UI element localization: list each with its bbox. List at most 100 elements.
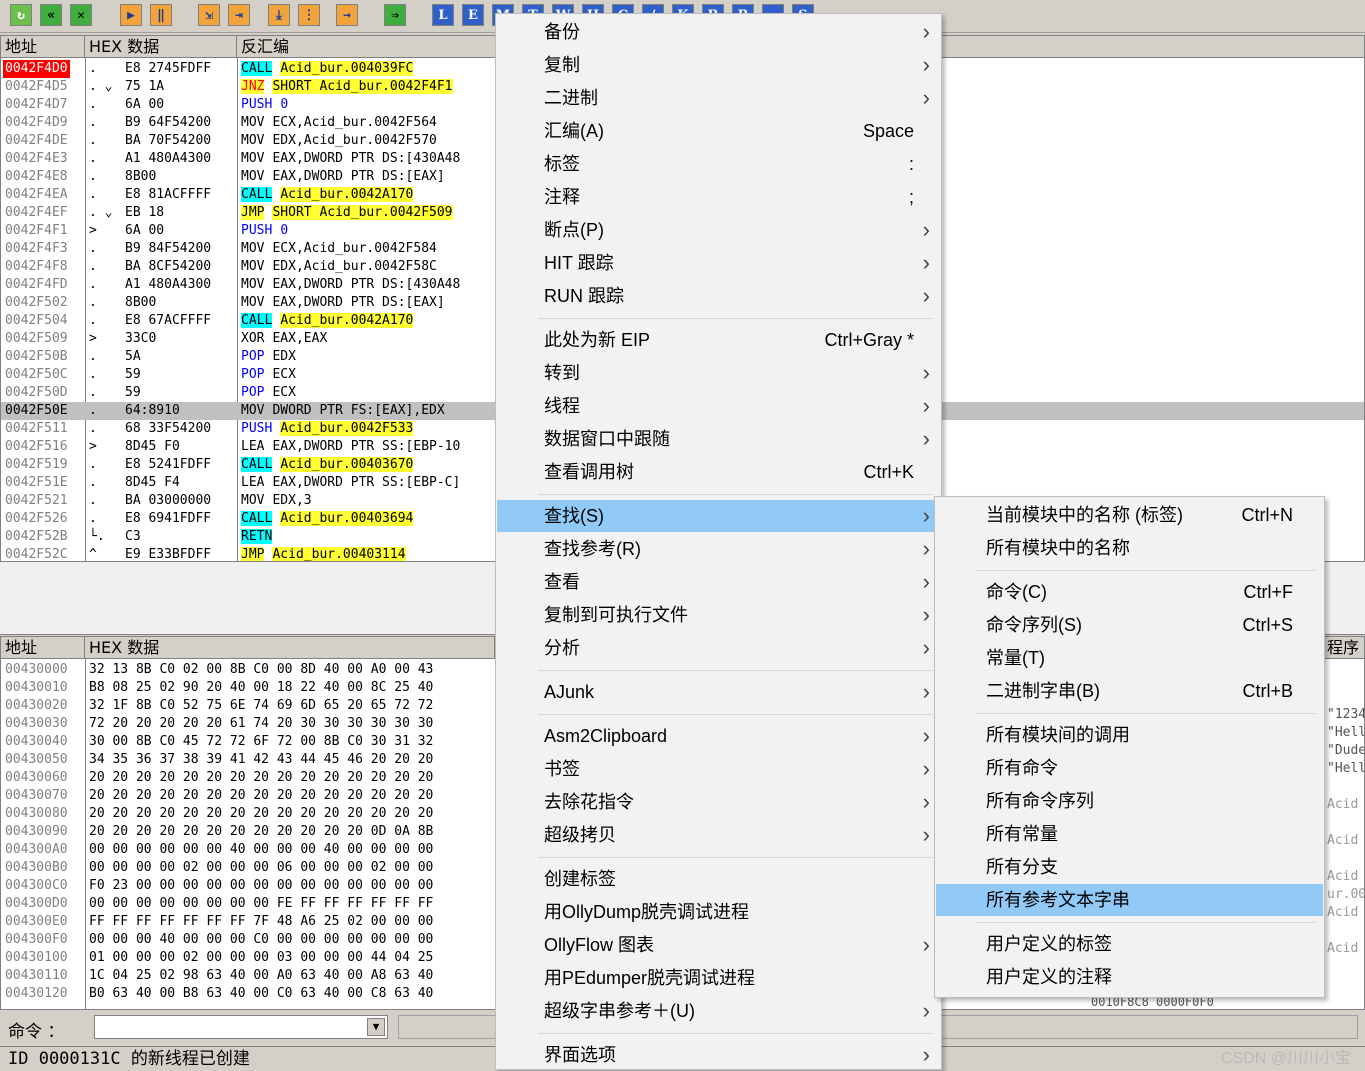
operands: EAX,DWORD PTR SS:[EBP-10 [272, 439, 461, 454]
dump-row[interactable]: 00430000 32 13 8B C0 02 00 8B C0 00 8D 40… [1, 661, 501, 679]
context-menu-item[interactable]: 此处为新 EIP Ctrl+Gray * [497, 324, 940, 356]
toolbar-window-button[interactable]: E [462, 4, 484, 26]
context-menu-item[interactable]: 用OllyDump脱壳调试进程 [497, 896, 940, 928]
find-submenu-item[interactable]: 所有命令序列 [936, 785, 1323, 817]
context-menu-item[interactable]: 二进制 › [497, 82, 940, 114]
context-menu-item[interactable]: 超级拷贝 › [497, 819, 940, 851]
context-menu-item[interactable]: 注释; [497, 181, 940, 213]
find-submenu-item[interactable]: 命令序列(S) Ctrl+S [936, 609, 1323, 641]
dump-bytes: 20 20 20 20 20 20 20 20 20 20 20 20 20 2… [89, 788, 434, 803]
find-submenu-item[interactable]: 二进制字串(B) Ctrl+B [936, 675, 1323, 707]
dump-row[interactable]: 00430080 20 20 20 20 20 20 20 20 20 20 20… [1, 805, 501, 823]
context-menu-item[interactable]: 界面选项 › [497, 1039, 940, 1071]
restart-icon[interactable]: « [40, 4, 62, 26]
find-submenu-item[interactable]: 所有模块中的名称 [936, 532, 1323, 564]
trace-over-icon[interactable]: ⋮ [298, 4, 320, 26]
close-icon[interactable]: ✕ [70, 4, 92, 26]
dump-row[interactable]: 00430070 20 20 20 20 20 20 20 20 20 20 20… [1, 787, 501, 805]
context-menu-item[interactable]: AJunk › [497, 676, 940, 708]
jump-arrow: . ⌄ [89, 79, 113, 94]
step-into-icon[interactable]: ⇲ [198, 4, 220, 26]
menu-item-label: 查看调用树 [544, 462, 634, 482]
column-header-address[interactable]: 地址 [1, 36, 85, 58]
dump-row[interactable]: 00430050 34 35 36 37 38 39 41 42 43 44 45… [1, 751, 501, 769]
dump-address: 004300C0 [5, 878, 68, 893]
menu-item-label: 查找(S) [544, 506, 604, 526]
context-menu-item[interactable]: 转到 › [497, 357, 940, 389]
context-menu-item[interactable]: 超级字串参考＋(U) › [497, 995, 940, 1027]
dump-row[interactable]: 00430110 1C 04 25 02 98 63 40 00 A0 63 40… [1, 967, 501, 985]
dump-row[interactable]: 00430040 30 00 8B C0 45 72 72 6F 72 00 8B… [1, 733, 501, 751]
dump-row[interactable]: 004300E0 FF FF FF FF FF FF FF 7F 48 A6 25… [1, 913, 501, 931]
step-over-icon[interactable]: ⇥ [228, 4, 250, 26]
mnemonic: MOV [241, 151, 265, 166]
context-menu-item[interactable]: 复制到可执行文件 › [497, 599, 940, 631]
context-menu-item[interactable]: 数据窗口中跟随 › [497, 423, 940, 455]
jump-arrow: > [89, 331, 97, 346]
context-menu-item[interactable]: RUN 跟踪 › [497, 280, 940, 312]
find-submenu-item[interactable]: 当前模块中的名称 (标签) Ctrl+N [936, 499, 1323, 531]
context-menu-item[interactable]: 线程 › [497, 390, 940, 422]
open-icon[interactable]: ↻ [10, 4, 32, 26]
find-submenu-item[interactable]: 用户定义的标签 [936, 928, 1323, 960]
toolbar-window-button[interactable]: L [432, 4, 454, 26]
context-menu-item[interactable]: 书签 › [497, 753, 940, 785]
find-submenu-item[interactable]: 所有参考文本字串 [936, 884, 1323, 916]
stack-comment: Acid [1327, 797, 1359, 812]
chevron-right-icon: › [922, 569, 930, 594]
dump-row[interactable]: 00430060 20 20 20 20 20 20 20 20 20 20 20… [1, 769, 501, 787]
context-menu-item[interactable]: 复制 › [497, 49, 940, 81]
find-submenu-item[interactable]: 所有命令 [936, 752, 1323, 784]
context-menu-item[interactable]: 分析 › [497, 632, 940, 664]
find-submenu-item[interactable]: 常量(T) [936, 642, 1323, 674]
find-submenu-item[interactable]: 所有分支 [936, 851, 1323, 883]
dump-address: 004300A0 [5, 842, 68, 857]
menu-item-label: 所有参考文本字串 [986, 890, 1130, 910]
context-menu-item[interactable]: 汇编(A) Space [497, 115, 940, 147]
find-submenu-item[interactable]: 所有常量 [936, 818, 1323, 850]
find-submenu-item[interactable]: 命令(C) Ctrl+F [936, 576, 1323, 608]
context-menu-item[interactable]: 查看 › [497, 566, 940, 598]
context-menu-item[interactable]: Asm2Clipboard › [497, 720, 940, 752]
context-menu-item[interactable]: 用PEdumper脱壳调试进程 [497, 962, 940, 994]
dump-row[interactable]: 004300F0 00 00 00 40 00 00 00 C0 00 00 00… [1, 931, 501, 949]
execute-till-return-icon[interactable]: → [336, 4, 358, 26]
command-input[interactable]: ▼ [94, 1015, 388, 1039]
context-menu-item[interactable]: 创建标签 [497, 863, 940, 895]
disassembly: JMP SHORT Acid_bur.0042F509 [241, 204, 453, 222]
dump-row[interactable]: 004300A0 00 00 00 00 00 00 40 00 00 00 40… [1, 841, 501, 859]
dump-row[interactable]: 004300B0 00 00 00 00 02 00 00 00 06 00 00… [1, 859, 501, 877]
context-menu-item[interactable]: 查找参考(R) › [497, 533, 940, 565]
dump-row[interactable]: 00430120 B0 63 40 00 B8 63 40 00 C0 63 40… [1, 985, 501, 1003]
find-submenu-item[interactable]: 所有模块间的调用 [936, 719, 1323, 751]
dump-row[interactable]: 004300C0 F0 23 00 00 00 00 00 00 00 00 00… [1, 877, 501, 895]
dump-row[interactable]: 00430090 20 20 20 20 20 20 20 20 20 20 20… [1, 823, 501, 841]
column-header-hex[interactable]: HEX 数据 [85, 36, 237, 58]
dump-row[interactable]: 00430030 72 20 20 20 20 20 61 74 20 30 30… [1, 715, 501, 733]
context-menu-item[interactable]: 断点(P) › [497, 214, 940, 246]
instruction-bytes: 33C0 [125, 331, 157, 346]
context-menu-item[interactable]: 标签: [497, 148, 940, 180]
dump-row[interactable]: 00430100 01 00 00 00 02 00 00 00 03 00 00… [1, 949, 501, 967]
dump-row[interactable]: 004300D0 00 00 00 00 00 00 00 00 FE FF FF… [1, 895, 501, 913]
run-icon[interactable]: ▶ [120, 4, 142, 26]
context-menu-item[interactable]: HIT 跟踪 › [497, 247, 940, 279]
goto-icon[interactable]: ⇒ [384, 4, 406, 26]
dump-header-address[interactable]: 地址 [1, 637, 85, 659]
context-menu-item[interactable]: 去除花指令 › [497, 786, 940, 818]
trace-into-icon[interactable]: ⤓ [268, 4, 290, 26]
pause-icon[interactable]: ‖ [150, 4, 172, 26]
find-submenu-item[interactable]: 用户定义的注释 [936, 961, 1323, 993]
disassembly: PUSH Acid_bur.0042F533 [241, 420, 414, 438]
dump-header-hex[interactable]: HEX 数据 [85, 637, 495, 659]
context-menu-item[interactable]: 查看调用树 Ctrl+K [497, 456, 940, 488]
menu-separator [538, 318, 933, 319]
dump-row[interactable]: 00430020 32 1F 8B C0 52 75 6E 74 69 6D 65… [1, 697, 501, 715]
menu-item-label: 超级拷贝 [544, 825, 616, 845]
chevron-down-icon[interactable]: ▼ [367, 1018, 385, 1036]
context-menu-item[interactable]: 查找(S) › [497, 500, 940, 532]
context-menu-item[interactable]: 备份 › [497, 16, 940, 48]
context-menu-item[interactable]: OllyFlow 图表 › [497, 929, 940, 961]
dump-row[interactable]: 00430010 B8 08 25 02 90 20 40 00 18 22 40… [1, 679, 501, 697]
instruction-address: 0042F4D9 [5, 115, 68, 130]
